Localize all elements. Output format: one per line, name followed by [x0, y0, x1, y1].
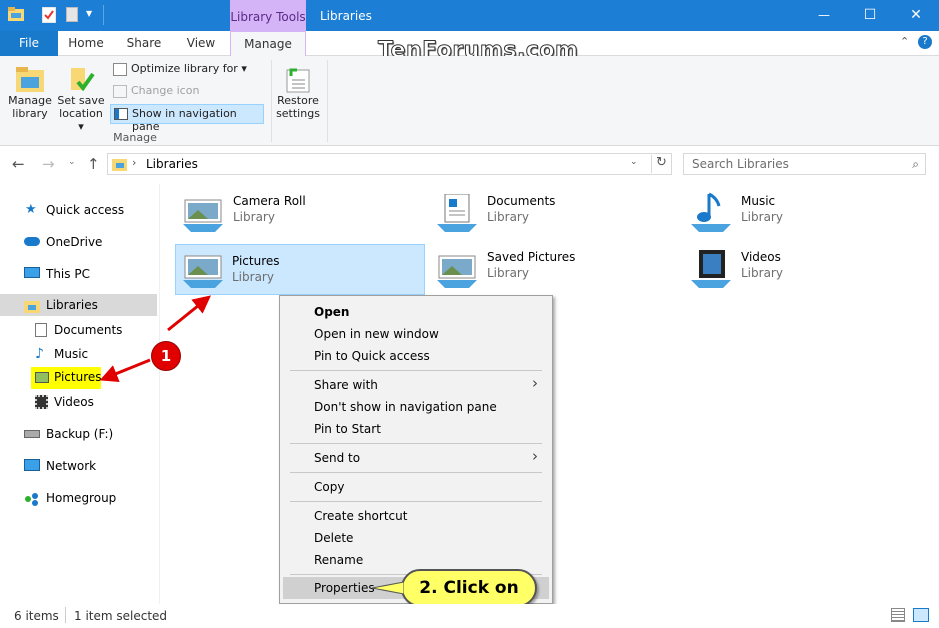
step-badge: 1	[151, 341, 181, 371]
item-count: 6 items	[14, 609, 59, 623]
tiles-view-icon[interactable]	[913, 608, 929, 622]
details-view-icon[interactable]	[891, 608, 905, 622]
selection-count: 1 item selected	[74, 609, 168, 623]
callout-pointer	[372, 581, 404, 595]
arrow-to-pictures-tile	[167, 295, 212, 332]
arrow-to-nav-pictures	[99, 358, 151, 382]
callout-bubble: 2. Click on	[401, 569, 537, 607]
annotation-arrows	[99, 295, 212, 382]
status-separator	[65, 607, 66, 623]
